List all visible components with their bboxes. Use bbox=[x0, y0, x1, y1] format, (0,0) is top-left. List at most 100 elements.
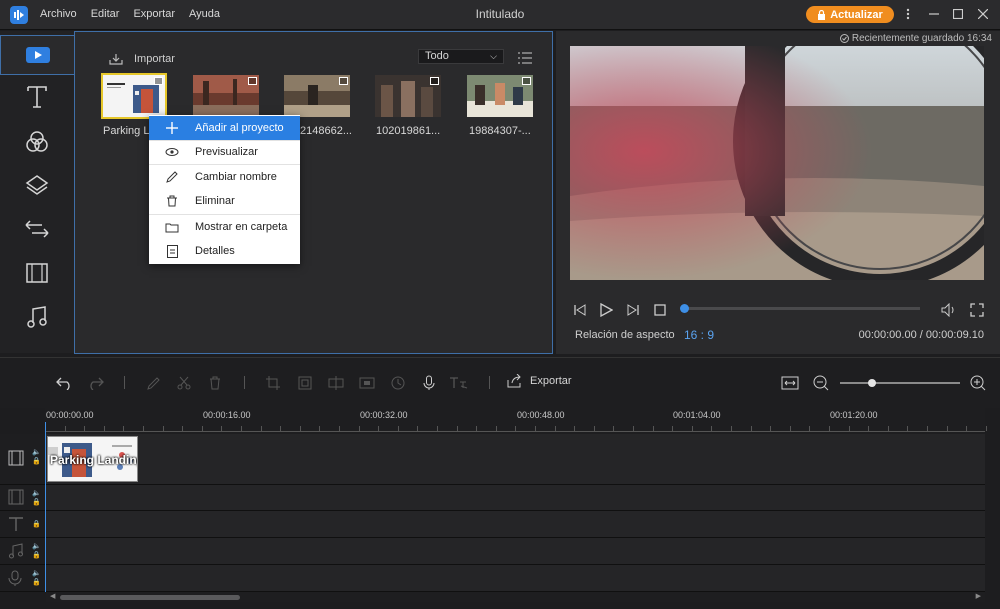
minimize-icon[interactable] bbox=[926, 6, 942, 22]
trash-icon bbox=[149, 195, 195, 207]
next-frame-icon[interactable] bbox=[625, 302, 641, 318]
microphone-icon[interactable] bbox=[419, 373, 439, 393]
timeline-clip[interactable]: Parking Landing bbox=[47, 436, 138, 482]
elements-icon bbox=[26, 263, 48, 283]
track-head-voice: 🔈 🔒 bbox=[0, 565, 45, 592]
menu-exportar[interactable]: Exportar bbox=[133, 8, 175, 20]
list-view-icon[interactable] bbox=[517, 51, 533, 68]
plus-icon bbox=[149, 122, 195, 134]
zoom-out-icon[interactable] bbox=[811, 373, 831, 393]
nav-transitions[interactable] bbox=[0, 209, 74, 249]
context-menu: Añadir al proyecto Previsualizar Cambiar… bbox=[149, 115, 300, 264]
maximize-icon[interactable] bbox=[950, 6, 966, 22]
ctx-delete[interactable]: Eliminar bbox=[149, 189, 300, 213]
scroll-right-icon[interactable]: ▶ bbox=[976, 592, 981, 600]
zoom-in-icon[interactable] bbox=[968, 373, 988, 393]
nav-text[interactable] bbox=[0, 77, 74, 117]
aspect-ratio-value[interactable]: 16 : 9 bbox=[684, 328, 714, 342]
progress-handle[interactable] bbox=[680, 304, 689, 313]
media-filter-value: Todo bbox=[425, 50, 449, 62]
track-controls[interactable]: 🔒 bbox=[32, 520, 41, 529]
details-icon bbox=[149, 244, 195, 258]
voice-track[interactable] bbox=[46, 565, 985, 592]
nav-music[interactable] bbox=[0, 297, 74, 337]
ctx-preview[interactable]: Previsualizar bbox=[149, 140, 300, 164]
split-icon[interactable] bbox=[326, 373, 346, 393]
nav-overlays[interactable] bbox=[0, 165, 74, 205]
speed-icon[interactable] bbox=[388, 373, 408, 393]
clip-title: Parking Landing bbox=[50, 453, 138, 467]
export-button[interactable]: Exportar bbox=[507, 374, 572, 388]
check-circle-icon bbox=[839, 34, 849, 43]
upgrade-button[interactable]: Actualizar bbox=[806, 6, 894, 23]
playhead[interactable] bbox=[45, 422, 46, 592]
menu-ayuda[interactable]: Ayuda bbox=[189, 8, 220, 20]
overlay-track-icon bbox=[8, 489, 24, 505]
volume-icon[interactable] bbox=[941, 302, 957, 318]
text-to-speech-icon[interactable] bbox=[449, 373, 469, 393]
nav-elements[interactable] bbox=[0, 253, 74, 293]
aspect-ratio-label: Relación de aspecto bbox=[575, 329, 675, 341]
import-button[interactable]: Importar bbox=[108, 52, 175, 66]
media-thumb-4[interactable] bbox=[375, 75, 441, 117]
ruler-baseline bbox=[45, 431, 985, 432]
undo-icon[interactable] bbox=[54, 373, 74, 393]
stop-icon[interactable] bbox=[652, 302, 668, 318]
menu-archivo[interactable]: Archivo bbox=[40, 8, 77, 20]
media-icon bbox=[26, 47, 50, 63]
video-preview[interactable] bbox=[570, 46, 984, 280]
pencil-icon bbox=[149, 171, 195, 183]
resize-icon[interactable] bbox=[295, 373, 315, 393]
freeze-frame-icon[interactable] bbox=[357, 373, 377, 393]
media-filter-select[interactable]: Todo ⌵ bbox=[418, 49, 504, 64]
media-label-4: 102019861... bbox=[376, 125, 441, 137]
edit-icon[interactable] bbox=[144, 373, 164, 393]
zoom-slider[interactable] bbox=[840, 379, 960, 387]
ctx-show-in-folder[interactable]: Mostrar en carpeta bbox=[149, 215, 300, 239]
video-badge-icon bbox=[430, 77, 439, 85]
redo-icon[interactable] bbox=[86, 373, 106, 393]
timeline-scrollbar[interactable]: ◀ ▶ bbox=[46, 592, 985, 602]
track-controls[interactable]: 🔈 🔒 bbox=[32, 489, 41, 507]
prev-frame-icon[interactable] bbox=[572, 302, 588, 318]
cut-icon[interactable] bbox=[174, 373, 194, 393]
media-thumb-3[interactable] bbox=[284, 75, 350, 117]
transitions-icon bbox=[25, 220, 49, 238]
tick-label: 00:00:32.00 bbox=[360, 410, 408, 420]
crop-icon[interactable] bbox=[263, 373, 283, 393]
nav-media[interactable] bbox=[0, 35, 75, 75]
more-menu-icon[interactable] bbox=[900, 6, 916, 22]
fullscreen-icon[interactable] bbox=[969, 302, 985, 318]
overlay-track[interactable] bbox=[46, 485, 985, 511]
ctx-rename[interactable]: Cambiar nombre bbox=[149, 165, 300, 189]
music-track[interactable] bbox=[46, 538, 985, 565]
play-icon[interactable] bbox=[598, 302, 614, 318]
ctx-add-to-project[interactable]: Añadir al proyecto bbox=[149, 116, 300, 140]
ruler-tick bbox=[985, 426, 987, 431]
scroll-left-icon[interactable]: ◀ bbox=[50, 592, 55, 600]
fit-timeline-icon[interactable] bbox=[780, 373, 800, 393]
track-head-video: 🔈 🔒 bbox=[0, 434, 45, 485]
nav-filters[interactable] bbox=[0, 122, 74, 162]
video-track[interactable] bbox=[46, 434, 985, 485]
eye-icon bbox=[149, 147, 195, 157]
video-badge-icon bbox=[154, 77, 163, 85]
toolbar-divider bbox=[124, 376, 125, 389]
track-controls[interactable]: 🔈 🔒 bbox=[32, 542, 41, 560]
delete-icon[interactable] bbox=[205, 373, 225, 393]
ctx-details[interactable]: Detalles bbox=[149, 239, 300, 263]
folder-icon bbox=[149, 222, 195, 233]
track-controls[interactable]: 🔈 🔒 bbox=[32, 448, 41, 466]
media-thumb-5[interactable] bbox=[467, 75, 533, 117]
timeline-ruler[interactable]: 00:00:00.00 00:00:16.00 00:00:32.00 00:0… bbox=[45, 408, 987, 434]
close-icon[interactable] bbox=[975, 6, 991, 22]
media-thumb-2[interactable] bbox=[193, 75, 259, 117]
playback-progress[interactable] bbox=[680, 304, 920, 313]
ctx-preview-label: Previsualizar bbox=[195, 146, 258, 158]
text-icon bbox=[27, 86, 47, 108]
menu-editar[interactable]: Editar bbox=[91, 8, 120, 20]
text-track[interactable] bbox=[46, 511, 985, 538]
media-thumb-1[interactable] bbox=[101, 73, 167, 119]
track-controls[interactable]: 🔈 🔒 bbox=[32, 569, 41, 587]
scroll-thumb[interactable] bbox=[60, 595, 240, 600]
